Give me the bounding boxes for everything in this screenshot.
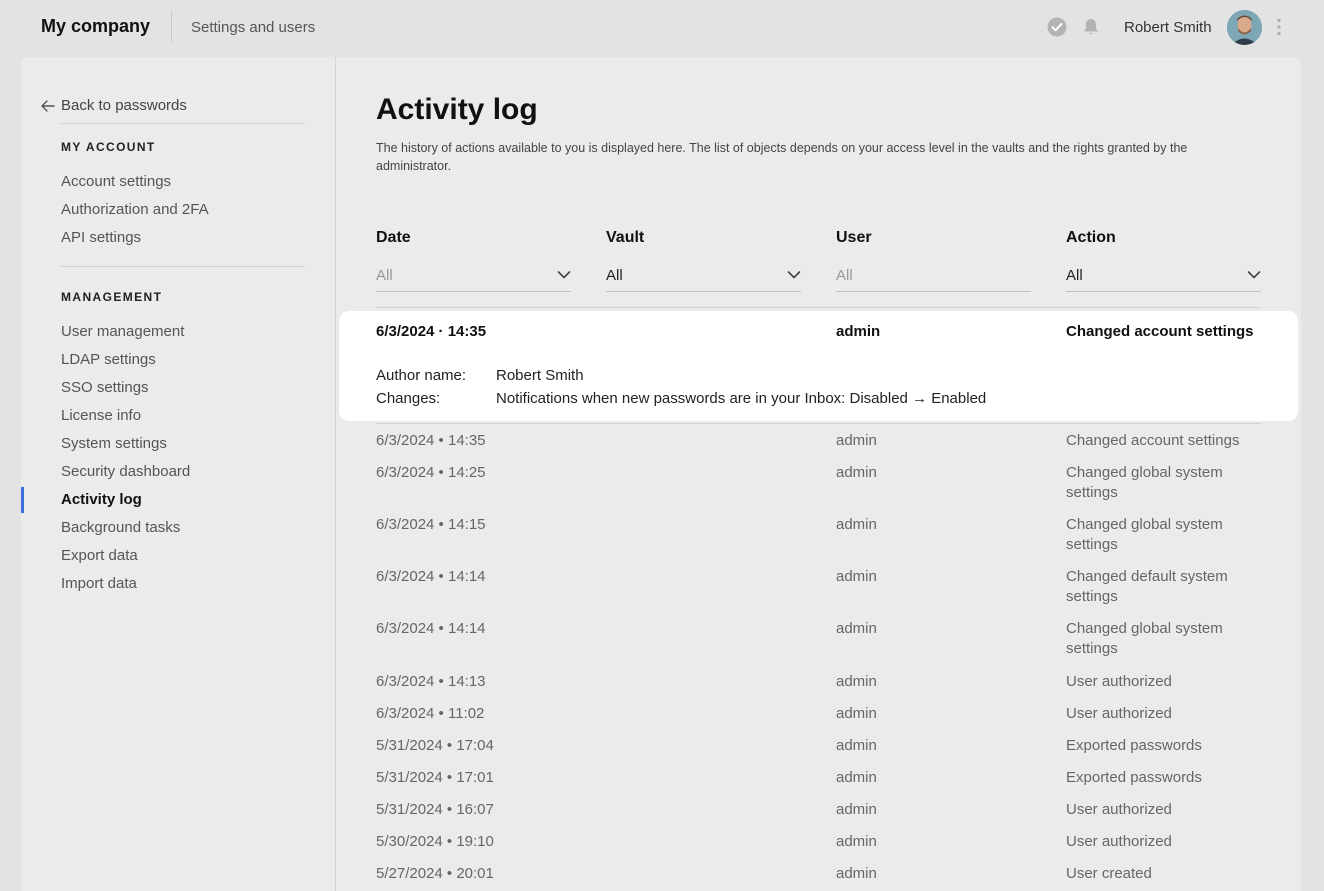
author-name-value: Robert Smith [496, 367, 584, 384]
vault-filter-value: All [606, 267, 623, 284]
expanded-log-entry[interactable]: 6/3/2024 · 14:35 admin Changed account s… [339, 311, 1298, 421]
row-user: admin [836, 568, 877, 585]
back-to-passwords-link[interactable]: Back to passwords [41, 97, 187, 114]
row-date: 5/31/2024 • 17:04 [376, 737, 494, 754]
bell-icon[interactable] [1081, 17, 1101, 37]
row-date: 6/3/2024 • 14:35 [376, 432, 486, 449]
row-action: Exported passwords [1066, 737, 1202, 754]
row-action: Changed global system settings [1066, 464, 1223, 501]
row-date: 5/30/2024 • 19:10 [376, 833, 494, 850]
back-link-label: Back to passwords [61, 97, 187, 114]
sidebar-item-user-management[interactable]: User management [61, 323, 184, 340]
row-user: admin [836, 865, 877, 882]
sidebar-item-activity-log[interactable]: Activity log [61, 491, 142, 508]
row-action: Exported passwords [1066, 769, 1202, 786]
column-header-action: Action [1066, 229, 1116, 246]
row-user: admin [836, 705, 877, 722]
changes-label: Changes: [376, 390, 441, 407]
row-action: User created [1066, 865, 1152, 882]
arrow-left-icon [41, 99, 55, 112]
sidebar-item-api-settings[interactable]: API settings [61, 229, 141, 246]
row-user: admin [836, 620, 877, 637]
vault-filter-select[interactable]: All [606, 257, 801, 292]
row-action: User authorized [1066, 673, 1172, 690]
changes-value: Notifications when new passwords are in … [496, 390, 987, 407]
sidebar-divider [61, 266, 305, 267]
my-account-heading: MY ACCOUNT [61, 140, 156, 154]
sidebar-item-license-info[interactable]: License info [61, 407, 141, 424]
expanded-user: admin [836, 323, 881, 340]
row-date: 5/31/2024 • 17:01 [376, 769, 494, 786]
sidebar-item-system-settings[interactable]: System settings [61, 435, 167, 452]
header-divider [171, 12, 172, 42]
user-filter-placeholder: All [836, 267, 853, 284]
chevron-down-icon [557, 271, 571, 279]
row-action: User authorized [1066, 705, 1172, 722]
row-date: 5/31/2024 • 16:07 [376, 801, 494, 818]
row-user: admin [836, 833, 877, 850]
main-content: Activity log The history of actions avai… [339, 57, 1298, 891]
row-action: Changed default system settings [1066, 568, 1228, 605]
page-description: The history of actions available to you … [376, 141, 1188, 173]
avatar[interactable] [1227, 10, 1262, 45]
row-action: Changed global system settings [1066, 620, 1223, 657]
settings-panel: Back to passwords MY ACCOUNT Account set… [21, 57, 1301, 891]
check-circle-icon[interactable] [1047, 17, 1067, 37]
sidebar-item-ldap-settings[interactable]: LDAP settings [61, 351, 156, 368]
row-date: 6/3/2024 • 14:15 [376, 516, 486, 533]
row-date: 6/3/2024 • 14:13 [376, 673, 486, 690]
page-title: Activity log [376, 93, 538, 126]
row-action: Changed global system settings [1066, 516, 1223, 553]
date-filter-value: All [376, 267, 393, 284]
row-user: admin [836, 516, 877, 533]
row-action: User authorized [1066, 801, 1172, 818]
sidebar-item-sso-settings[interactable]: SSO settings [61, 379, 149, 396]
sidebar-item-account-settings[interactable]: Account settings [61, 173, 171, 190]
row-date: 6/3/2024 • 14:14 [376, 620, 486, 637]
sidebar-item-import-data[interactable]: Import data [61, 575, 137, 592]
company-name[interactable]: My company [41, 16, 150, 37]
row-action: User authorized [1066, 833, 1172, 850]
table-divider [376, 423, 1261, 424]
active-indicator [21, 487, 24, 513]
column-header-user: User [836, 229, 872, 246]
row-user: admin [836, 801, 877, 818]
row-date: 6/3/2024 • 14:14 [376, 568, 486, 585]
row-user: admin [836, 769, 877, 786]
expanded-date: 6/3/2024 · 14:35 [376, 323, 487, 340]
sidebar-item-authorization-2fa[interactable]: Authorization and 2FA [61, 201, 209, 218]
row-user: admin [836, 464, 877, 481]
row-user: admin [836, 673, 877, 690]
more-vertical-icon[interactable] [1272, 17, 1286, 37]
row-action: Changed account settings [1066, 432, 1240, 449]
date-filter-select[interactable]: All [376, 257, 571, 292]
sidebar-item-background-tasks[interactable]: Background tasks [61, 519, 180, 536]
row-date: 6/3/2024 • 11:02 [376, 705, 485, 722]
management-heading: MANAGEMENT [61, 290, 163, 304]
table-divider [376, 307, 1261, 308]
row-user: admin [836, 432, 877, 449]
section-title: Settings and users [191, 19, 316, 36]
expanded-action: Changed account settings [1066, 323, 1254, 340]
column-header-date: Date [376, 229, 411, 246]
sidebar-item-export-data[interactable]: Export data [61, 547, 138, 564]
chevron-down-icon [1247, 271, 1261, 279]
row-date: 6/3/2024 • 14:25 [376, 464, 486, 481]
sidebar-item-security-dashboard[interactable]: Security dashboard [61, 463, 190, 480]
row-user: admin [836, 737, 877, 754]
sidebar-divider [61, 123, 305, 124]
sidebar: Back to passwords MY ACCOUNT Account set… [21, 57, 336, 891]
row-date: 5/27/2024 • 20:01 [376, 865, 494, 882]
chevron-down-icon [787, 271, 801, 279]
action-filter-value: All [1066, 267, 1083, 284]
column-header-vault: Vault [606, 229, 645, 246]
user-filter-input[interactable]: All [836, 257, 1031, 292]
user-name[interactable]: Robert Smith [1124, 19, 1212, 36]
author-name-label: Author name: [376, 367, 467, 384]
action-filter-select[interactable]: All [1066, 257, 1261, 292]
top-bar: My company Settings and users Robert Smi… [0, 0, 1324, 56]
